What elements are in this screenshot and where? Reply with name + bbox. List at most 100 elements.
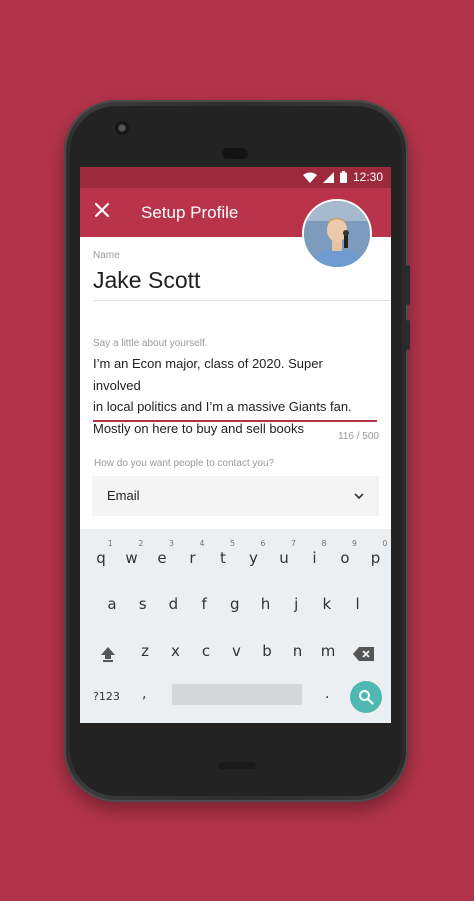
- key-d[interactable]: d: [158, 585, 188, 619]
- about-field[interactable]: I’m an Econ major, class of 2020. Super …: [93, 353, 373, 439]
- key-label: f: [201, 595, 207, 613]
- key-label: o: [340, 549, 350, 567]
- screen: 12:30 Setup Profile Name Jake Scott Say …: [80, 167, 391, 723]
- key-r[interactable]: 4r: [178, 539, 208, 573]
- key-label: c: [201, 642, 211, 660]
- key-label: t: [220, 549, 226, 567]
- key-a[interactable]: a: [97, 585, 127, 619]
- key-label: r: [189, 549, 196, 567]
- key-s[interactable]: s: [128, 585, 158, 619]
- about-underline: [93, 420, 377, 422]
- key-hint: 6: [260, 539, 266, 548]
- key-hint: 3: [168, 539, 174, 548]
- key-label: w: [125, 549, 138, 567]
- key-hint: 7: [290, 539, 296, 548]
- power-button: [406, 320, 410, 350]
- key-label: d: [168, 595, 179, 613]
- keyboard: 1q2w3e4r5t6y7u8i9o0p asdfghjkl zxcvbnm ?…: [80, 529, 391, 723]
- key-label: m: [320, 642, 336, 660]
- key-label: i: [312, 549, 317, 567]
- key-label: g: [230, 595, 240, 613]
- shift-icon[interactable]: [100, 645, 116, 663]
- key-label: b: [262, 642, 272, 660]
- key-i[interactable]: 8i: [300, 539, 330, 573]
- key-p[interactable]: 0p: [361, 539, 391, 573]
- symbols-key[interactable]: ?123: [93, 690, 120, 703]
- key-label: s: [138, 595, 147, 613]
- key-label: v: [232, 642, 241, 660]
- key-label: u: [279, 549, 289, 567]
- key-label: h: [260, 595, 271, 613]
- name-underline: [93, 300, 390, 301]
- key-l[interactable]: l: [343, 585, 373, 619]
- contact-label: How do you want people to contact you?: [94, 458, 275, 469]
- space-key[interactable]: [172, 684, 302, 705]
- search-icon: [359, 690, 374, 705]
- key-label: n: [292, 642, 303, 660]
- key-hint: 2: [138, 539, 144, 548]
- key-hint: 5: [229, 539, 235, 548]
- key-k[interactable]: k: [312, 585, 342, 619]
- key-m[interactable]: m: [313, 632, 343, 666]
- key-o[interactable]: 9o: [330, 539, 360, 573]
- key-hint: 9: [351, 539, 357, 548]
- comma-key[interactable]: ,: [142, 686, 146, 702]
- key-label: x: [171, 642, 180, 660]
- key-j[interactable]: j: [281, 585, 311, 619]
- chevron-down-icon: [354, 493, 364, 500]
- key-label: a: [107, 595, 117, 613]
- key-label: j: [294, 595, 299, 613]
- wifi-icon: [302, 172, 317, 183]
- earpiece-speaker: [222, 148, 248, 159]
- key-label: y: [249, 549, 258, 567]
- key-label: e: [157, 549, 167, 567]
- backspace-icon[interactable]: [353, 646, 375, 662]
- period-key[interactable]: .: [325, 686, 329, 702]
- key-label: z: [141, 642, 149, 660]
- avatar[interactable]: [302, 199, 372, 269]
- key-label: k: [322, 595, 332, 613]
- name-label: Name: [93, 250, 120, 261]
- key-z[interactable]: z: [130, 632, 160, 666]
- key-t[interactable]: 5t: [208, 539, 238, 573]
- key-hint: 4: [199, 539, 205, 548]
- profile-photo: [304, 201, 370, 267]
- key-hint: 1: [107, 539, 113, 548]
- bottom-speaker: [218, 762, 256, 769]
- key-e[interactable]: 3e: [147, 539, 177, 573]
- key-f[interactable]: f: [189, 585, 219, 619]
- front-camera: [115, 121, 129, 135]
- key-q[interactable]: 1q: [86, 539, 116, 573]
- key-n[interactable]: n: [283, 632, 313, 666]
- about-line-1: I’m an Econ major, class of 2020. Super …: [93, 356, 323, 393]
- key-v[interactable]: v: [222, 632, 252, 666]
- signal-icon: [322, 171, 334, 183]
- about-line-2: in local politics and I’m a massive Gian…: [93, 399, 352, 414]
- search-key[interactable]: [350, 681, 382, 713]
- key-label: p: [370, 549, 381, 567]
- volume-button: [406, 265, 410, 305]
- key-w[interactable]: 2w: [117, 539, 147, 573]
- key-label: l: [355, 595, 360, 613]
- close-icon[interactable]: [93, 201, 111, 219]
- status-time: 12:30: [352, 170, 383, 184]
- about-label: Say a little about yourself.: [93, 338, 208, 349]
- key-y[interactable]: 6y: [239, 539, 269, 573]
- battery-icon: [339, 171, 347, 183]
- key-hint: 0: [382, 539, 388, 548]
- key-c[interactable]: c: [191, 632, 221, 666]
- key-g[interactable]: g: [220, 585, 250, 619]
- status-bar: 12:30: [80, 167, 391, 188]
- name-field[interactable]: Jake Scott: [93, 267, 200, 294]
- key-u[interactable]: 7u: [269, 539, 299, 573]
- character-counter: 116 / 500: [338, 431, 379, 442]
- key-x[interactable]: x: [161, 632, 191, 666]
- key-b[interactable]: b: [252, 632, 282, 666]
- contact-method-select[interactable]: Email: [92, 476, 379, 516]
- key-h[interactable]: h: [251, 585, 281, 619]
- key-hint: 8: [321, 539, 327, 548]
- page-title: Setup Profile: [141, 203, 239, 222]
- key-label: q: [96, 549, 106, 567]
- contact-method-value: Email: [107, 488, 140, 503]
- status-icons: 12:30: [302, 170, 383, 184]
